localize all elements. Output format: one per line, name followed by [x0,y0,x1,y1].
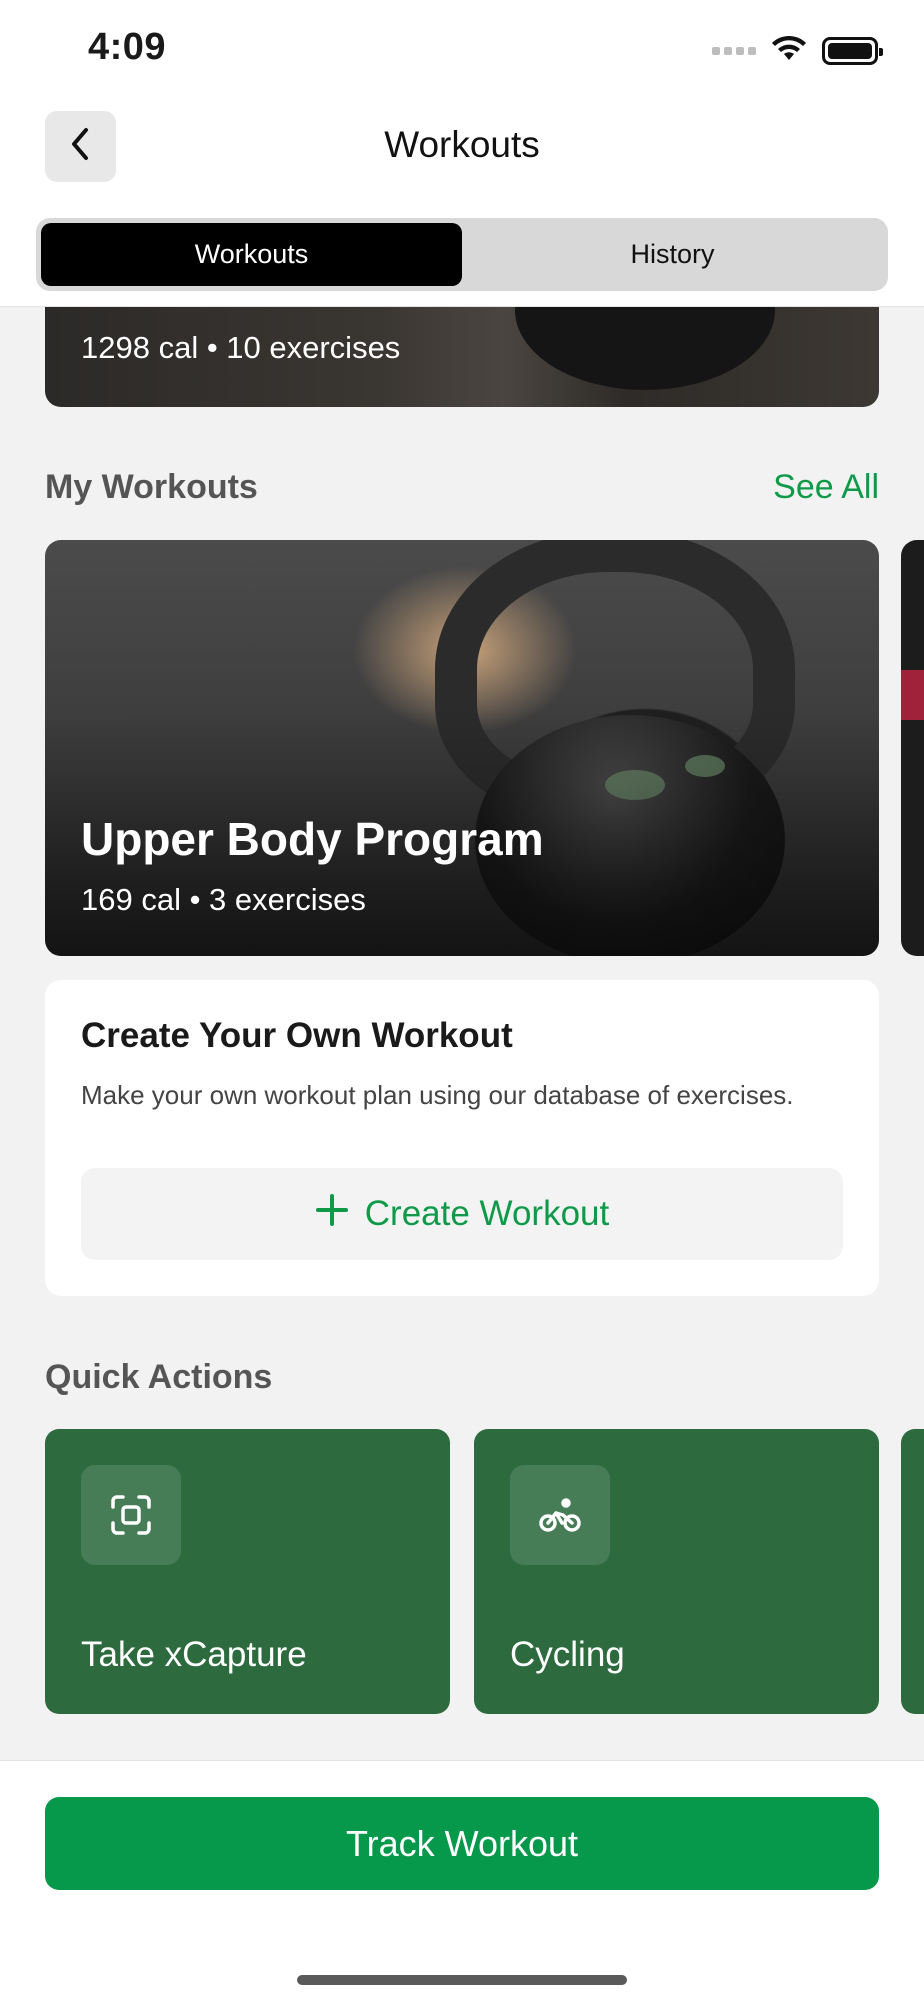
track-workout-button[interactable]: Track Workout [45,1797,879,1890]
bicycle-icon [510,1465,610,1565]
page-title: Workouts [384,124,540,165]
bottom-bar: Track Workout [0,1760,924,2000]
segmented-control: Workouts History [36,218,888,291]
see-all-link[interactable]: See All [773,468,879,507]
quick-action-label: Take xCapture [81,1635,307,1674]
create-workout-card: Create Your Own Workout Make your own wo… [45,980,879,1296]
workout-card-subtitle: 169 cal • 3 exercises [81,882,366,917]
quick-action-label: Cycling [510,1635,625,1674]
workout-card-upper-body[interactable]: Upper Body Program 169 cal • 3 exercises [45,540,879,956]
my-workouts-heading: My Workouts [45,468,258,506]
tab-workouts[interactable]: Workouts [41,223,462,286]
plus-icon [315,1193,349,1236]
status-icons [712,34,883,67]
cellular-signal-icon [712,46,756,55]
workout-card-title: Upper Body Program [81,813,544,865]
create-workout-title: Create Your Own Workout [81,1016,513,1055]
quick-action-next-peek[interactable] [901,1429,924,1714]
quick-actions-heading: Quick Actions [45,1358,273,1396]
battery-icon [822,36,883,65]
create-workout-button-label: Create Workout [364,1194,610,1233]
header: 4:09 Workouts Workouts History [0,0,924,307]
scan-icon [81,1465,181,1565]
wifi-icon [770,34,808,67]
create-workout-button[interactable]: Create Workout [81,1168,843,1260]
home-indicator [297,1975,627,1985]
tab-history[interactable]: History [462,223,883,286]
featured-workout-subtitle: 1298 cal • 10 exercises [81,330,401,365]
status-time: 4:09 [88,26,167,68]
quick-action-xcapture[interactable]: Take xCapture [45,1429,450,1714]
quick-action-cycling[interactable]: Cycling [474,1429,879,1714]
featured-workout-card[interactable]: 1298 cal • 10 exercises [45,290,879,407]
workout-card-next-peek[interactable] [901,540,924,956]
create-workout-description: Make your own workout plan using our dat… [81,1080,794,1110]
